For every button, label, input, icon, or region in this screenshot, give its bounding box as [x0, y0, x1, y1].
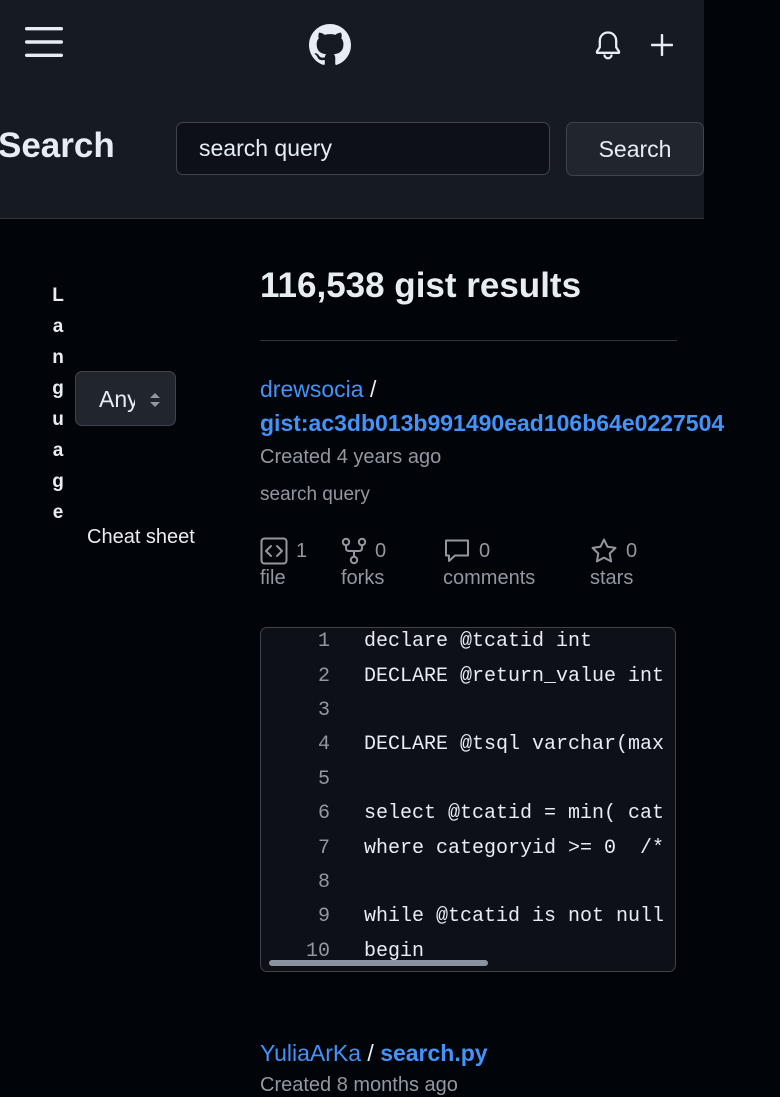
code-line: 7 where categoryid >= 0 /* [261, 837, 675, 871]
gist-owner-link[interactable]: YuliaArKa [260, 1040, 361, 1066]
divider [260, 340, 677, 341]
language-select-value: Any [99, 386, 135, 412]
line-number: 6 [317, 802, 330, 825]
files-label: file [260, 567, 286, 589]
code-line: 6 select @tcatid = min( cat [261, 802, 675, 836]
gist-result-header: YuliaArKa / search.py [260, 1040, 488, 1067]
code-text: declare @tcatid int [364, 630, 593, 653]
line-number: 8 [317, 871, 330, 894]
plus-icon[interactable] [651, 34, 673, 56]
gist-name-line: gist:ac3db013b991490ead106b64e0227504 [260, 410, 724, 437]
code-square-icon [260, 537, 288, 565]
code-text: select @tcatid = min( cat [364, 802, 665, 825]
fork-icon [341, 537, 367, 565]
code-line: 10 begin [261, 940, 675, 971]
line-number: 5 [317, 768, 330, 791]
star-icon [591, 538, 617, 563]
line-number: 2 [317, 665, 330, 688]
language-label: Language [52, 285, 64, 523]
line-number: 9 [317, 905, 330, 928]
code-text: DECLARE @return_value int [364, 665, 665, 688]
path-separator: / [367, 1040, 374, 1066]
language-select[interactable]: Any [75, 371, 176, 426]
code-text: while @tcatid is not null [364, 905, 665, 928]
code-line: 9 while @tcatid is not null [261, 905, 675, 939]
page-title: Search [0, 126, 115, 165]
site-header: Search Search [0, 0, 704, 219]
code-line: 2 DECLARE @return_value int [261, 665, 675, 699]
search-button[interactable]: Search [566, 122, 704, 176]
line-number: 3 [317, 699, 330, 722]
gist-result-header: drewsocia / [260, 376, 376, 403]
github-octocat-icon[interactable] [309, 24, 351, 66]
code-line: 1 declare @tcatid int [261, 630, 675, 664]
hamburger-menu-icon[interactable] [25, 26, 63, 58]
line-number: 7 [317, 837, 330, 860]
code-line: 5 [261, 768, 675, 802]
bell-icon[interactable] [594, 30, 622, 60]
files-count: 1 [296, 539, 308, 562]
comments-count: 0 [479, 539, 491, 562]
gist-name-link[interactable]: gist:ac3db013b991490ead106b64e0227504 [260, 410, 724, 436]
select-arrows-icon [150, 393, 160, 407]
gist-name-link[interactable]: search.py [380, 1040, 487, 1066]
forks-label: forks [341, 567, 385, 589]
gist-description: search query [260, 484, 370, 505]
cheat-sheet-link[interactable]: Cheat sheet [87, 526, 195, 549]
comments-label: comments [443, 567, 536, 589]
forks-count: 0 [375, 539, 387, 562]
forks-stat[interactable]: 0 forks [341, 536, 386, 590]
gist-owner-link[interactable]: drewsocia [260, 376, 364, 402]
line-number: 4 [317, 733, 330, 756]
stars-count: 0 [626, 539, 638, 562]
comment-icon [445, 539, 469, 562]
code-text: where categoryid >= 0 /* [364, 837, 665, 860]
search-input[interactable] [176, 122, 550, 175]
path-separator: / [369, 376, 377, 402]
code-text: DECLARE @tsql varchar(max [364, 733, 665, 756]
line-number: 1 [317, 630, 330, 653]
code-line: 8 [261, 871, 675, 905]
horizontal-scrollbar[interactable] [269, 960, 488, 966]
code-preview[interactable]: 1 declare @tcatid int 2 DECLARE @return_va… [260, 627, 676, 972]
code-line: 4 DECLARE @tsql varchar(max [261, 733, 675, 767]
code-line: 3 [261, 699, 675, 733]
files-stat[interactable]: 1 file [260, 536, 307, 590]
results-heading: 116,538 gist results [260, 266, 582, 305]
stars-stat[interactable]: 0 stars [590, 536, 637, 590]
gist-created: Created 4 years ago [260, 446, 442, 468]
stars-label: stars [590, 567, 634, 589]
comments-stat[interactable]: 0 comments [443, 536, 535, 590]
